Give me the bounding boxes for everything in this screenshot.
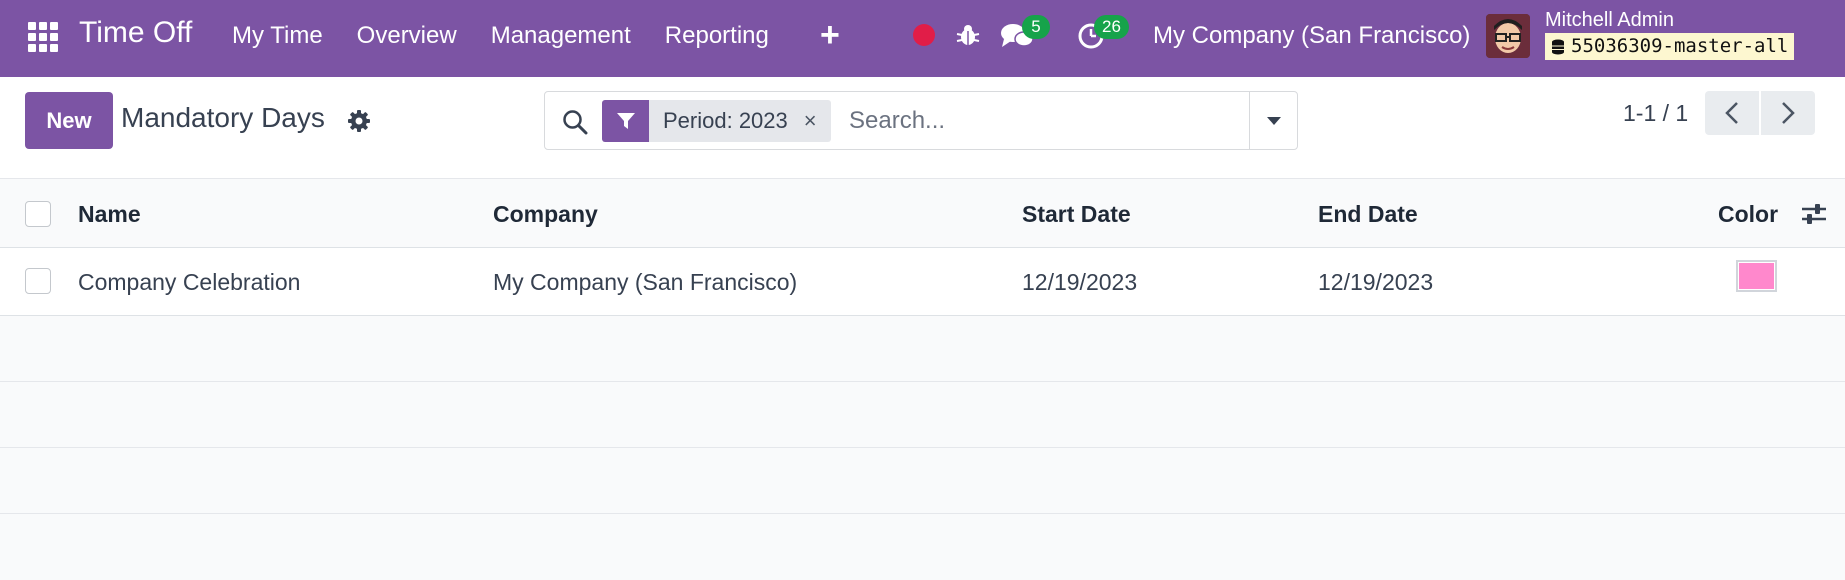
search-facet-period: Period: 2023 × [602, 100, 831, 142]
chevron-right-icon [1782, 102, 1795, 124]
column-settings-icon[interactable] [1800, 200, 1828, 228]
table-header: Name Company Start Date End Date Color [0, 178, 1845, 248]
new-button[interactable]: New [25, 92, 113, 149]
cell-color-swatch [1736, 260, 1777, 292]
app-title[interactable]: Time Off [79, 16, 192, 50]
pager-next-button[interactable] [1761, 91, 1815, 135]
search-icon[interactable] [561, 108, 589, 136]
page-title: Mandatory Days [121, 102, 325, 133]
top-navbar: Time Off My Time Overview Management Rep… [0, 0, 1845, 77]
messages-count-badge: 5 [1022, 15, 1050, 39]
menu-my-time[interactable]: My Time [232, 22, 323, 50]
avatar[interactable] [1486, 14, 1530, 58]
caret-down-icon [1267, 116, 1281, 125]
database-badge: 55036309-master-all [1545, 33, 1795, 60]
user-name[interactable]: Mitchell Admin [1545, 9, 1674, 32]
cell-start-date: 12/19/2023 [1022, 269, 1138, 295]
table-row[interactable]: Company Celebration My Company (San Fran… [0, 248, 1845, 316]
company-switcher[interactable]: My Company (San Francisco) [1153, 22, 1470, 50]
row-checkbox[interactable] [25, 268, 51, 294]
search-bar: Period: 2023 × [544, 91, 1298, 150]
column-header-end-date[interactable]: End Date [1318, 201, 1418, 228]
bug-icon[interactable] [955, 22, 981, 48]
column-header-name[interactable]: Name [78, 201, 141, 228]
pager-previous-button[interactable] [1705, 91, 1759, 135]
menu-management[interactable]: Management [491, 22, 631, 50]
column-header-color[interactable]: Color [1718, 201, 1778, 228]
select-all-checkbox[interactable] [25, 201, 51, 227]
color-fill [1739, 263, 1774, 289]
empty-row [0, 382, 1845, 448]
cell-end-date: 12/19/2023 [1318, 269, 1434, 295]
menu-reporting[interactable]: Reporting [665, 22, 769, 50]
search-options-toggle[interactable] [1249, 92, 1298, 149]
facet-label: Period: 2023 [663, 108, 788, 133]
column-header-company[interactable]: Company [493, 201, 598, 228]
cell-name: Company Celebration [78, 269, 301, 295]
empty-row [0, 448, 1845, 514]
main-menu: My Time Overview Management Reporting [232, 22, 803, 50]
apps-icon[interactable] [26, 20, 58, 52]
empty-row [0, 316, 1845, 382]
cell-company: My Company (San Francisco) [493, 269, 798, 295]
activities-count-badge: 26 [1094, 15, 1129, 39]
chevron-left-icon [1725, 102, 1738, 124]
database-icon [1552, 39, 1564, 54]
database-name: 55036309-master-all [1571, 35, 1789, 57]
add-menu-button[interactable]: + [820, 16, 840, 55]
gear-icon[interactable] [347, 109, 371, 133]
search-input[interactable] [849, 104, 1249, 138]
pager-value[interactable]: 1-1 / 1 [1623, 100, 1688, 127]
menu-overview[interactable]: Overview [357, 22, 457, 50]
facet-remove-icon[interactable]: × [804, 108, 817, 134]
record-indicator[interactable] [913, 24, 935, 46]
filter-icon [602, 100, 649, 142]
list-view: Name Company Start Date End Date Color C… [0, 178, 1845, 580]
column-header-start-date[interactable]: Start Date [1022, 201, 1131, 228]
